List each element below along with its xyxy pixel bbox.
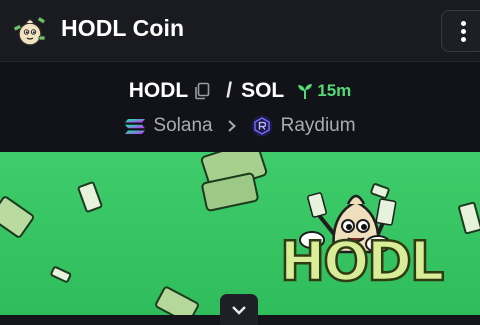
quote-token-symbol: SOL	[241, 79, 285, 102]
chevron-down-icon	[232, 306, 246, 315]
kebab-menu-icon	[461, 21, 466, 26]
pair-row: HODL / SOL 15m	[0, 76, 480, 106]
menu-button[interactable]	[441, 10, 480, 52]
app-title: HODL Coin	[61, 15, 185, 41]
base-token-symbol: HODL	[128, 79, 189, 102]
kebab-menu-dot	[461, 29, 466, 34]
pair-separator: /	[226, 79, 233, 102]
chevron-right-icon	[227, 120, 236, 132]
banner-brand-text: HODL	[279, 229, 446, 295]
chain-link-solana[interactable]: Solana	[153, 115, 212, 137]
expand-banner-button[interactable]	[220, 294, 258, 325]
sprout-icon	[298, 84, 313, 99]
pair-age-badge: 15m	[296, 81, 351, 101]
kebab-menu-dot	[461, 37, 466, 42]
pair-age: 15m	[317, 81, 352, 100]
chain-breadcrumb: Solana Raydium	[0, 114, 480, 138]
top-bar: HODL Coin	[0, 0, 480, 62]
copy-icon[interactable]	[193, 82, 211, 100]
hodl-mascot-icon	[13, 16, 46, 46]
pair-header: HODL / SOL 15m Solana Raydium	[0, 62, 480, 152]
token-banner: HODL	[0, 152, 480, 315]
dex-link-raydium[interactable]: Raydium	[281, 115, 356, 137]
solana-icon	[125, 118, 146, 134]
raydium-icon	[251, 115, 273, 137]
